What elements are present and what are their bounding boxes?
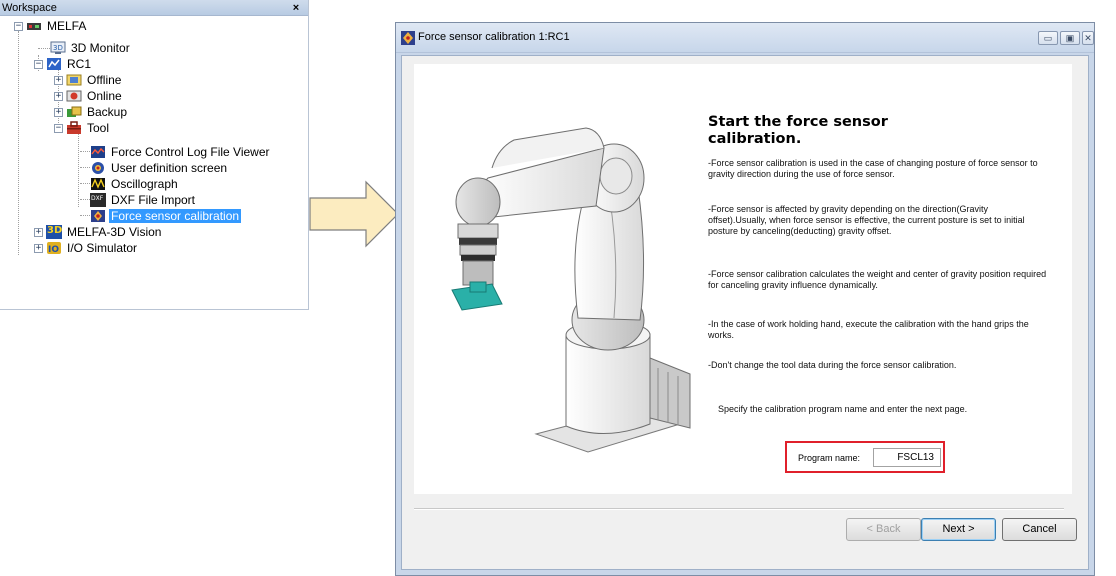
cancel-button[interactable]: Cancel	[1002, 518, 1077, 541]
tree-item-label: Tool	[87, 121, 110, 135]
instructions-panel: Start the force sensor calibration. -For…	[708, 114, 1058, 473]
minimize-icon[interactable]: ▭	[1038, 31, 1058, 45]
next-button[interactable]: Next >	[921, 518, 996, 541]
tree-item-label: Force Control Log File Viewer	[111, 145, 270, 159]
tree-item-label: DXF File Import	[111, 193, 196, 207]
workspace-title-bar: Workspace ×	[0, 0, 308, 16]
collapse-icon[interactable]: −	[14, 21, 23, 31]
tree-item-label: Force sensor calibration	[109, 209, 242, 223]
tree-item-label: Oscillograph	[111, 177, 178, 191]
tree-item-rc1[interactable]: − RC1	[34, 56, 93, 72]
workspace-tree: − MELFA 3D 3D Monitor − RC1 + Offline + …	[0, 16, 308, 309]
tree-item-io-simulator[interactable]: + IO I/O Simulator	[34, 240, 139, 256]
expand-icon[interactable]: +	[54, 91, 63, 101]
tree-item-force-control-log-file-viewer[interactable]: Force Control Log File Viewer	[90, 144, 272, 160]
svg-text:3D: 3D	[53, 44, 63, 52]
tree-item-label: User definition screen	[111, 161, 228, 175]
instruction-paragraph: -Don't change the tool data during the f…	[708, 360, 957, 370]
tree-item-force-sensor-calibration[interactable]: Force sensor calibration	[90, 208, 242, 224]
robot-arm-image	[451, 127, 691, 453]
tree-item-label: Online	[87, 89, 122, 103]
maximize-icon[interactable]: ▣	[1060, 31, 1080, 45]
tree-item-label: Offline	[87, 73, 122, 87]
back-button[interactable]: < Back	[846, 518, 921, 541]
collapse-icon[interactable]: −	[54, 123, 63, 133]
instruction-paragraph: -Force sensor is affected by gravity dep…	[708, 204, 1025, 236]
controller-icon	[46, 57, 62, 71]
tree-item-label: I/O Simulator	[67, 241, 138, 255]
instruction-paragraph: -Force sensor calibration is used in the…	[708, 158, 1038, 179]
tree-item-backup[interactable]: + Backup	[54, 104, 129, 120]
robot-cell-icon	[26, 19, 42, 33]
instruction-paragraph: -Force sensor calibration calculates the…	[708, 269, 1047, 290]
dialog-body: Start the force sensor calibration. -For…	[401, 55, 1089, 570]
tree-item-label: 3D Monitor	[71, 41, 130, 55]
backup-icon	[66, 105, 82, 119]
expand-icon[interactable]: +	[34, 243, 43, 253]
instruction-paragraph: -In the case of work holding hand, execu…	[708, 319, 1029, 340]
close-icon[interactable]: ×	[290, 0, 302, 16]
tree-item-dxf-file-import[interactable]: DXF DXF File Import	[90, 192, 197, 208]
page-heading: Start the force sensor calibration.	[708, 114, 888, 147]
offline-icon	[66, 73, 82, 87]
dialog-title: Force sensor calibration 1:RC1	[418, 31, 570, 43]
tree-item-oscillograph[interactable]: Oscillograph	[90, 176, 180, 192]
3d-vision-icon: 3D	[46, 225, 62, 239]
workspace-panel: Workspace × − MELFA 3D 3D Monitor − RC1 …	[0, 0, 309, 310]
instruction-text: Specify the calibration program name and…	[718, 404, 968, 414]
collapse-icon[interactable]: −	[34, 59, 43, 69]
tree-item-label: MELFA	[47, 19, 87, 33]
dxf-icon: DXF	[90, 193, 106, 207]
wizard-page: Start the force sensor calibration. -For…	[414, 64, 1072, 494]
close-icon[interactable]: ✕	[1082, 31, 1094, 45]
log-viewer-icon	[90, 145, 106, 159]
expand-icon[interactable]: +	[54, 107, 63, 117]
divider	[414, 508, 1064, 510]
tree-item-offline[interactable]: + Offline	[54, 72, 123, 88]
svg-text:IO: IO	[48, 245, 59, 255]
force-sensor-icon	[90, 209, 106, 223]
user-definition-icon	[90, 161, 106, 175]
program-name-label: Program name:	[798, 453, 861, 463]
tree-item-melfa-3d-vision[interactable]: + 3D MELFA-3D Vision	[34, 224, 163, 240]
expand-icon[interactable]: +	[34, 227, 43, 237]
force-sensor-calibration-dialog: Force sensor calibration 1:RC1 ▭ ▣ ✕ Sta…	[395, 22, 1095, 576]
arrow-right-icon	[309, 180, 399, 248]
tree-item-tool[interactable]: − Tool	[54, 120, 111, 136]
io-simulator-icon: IO	[46, 241, 62, 255]
tree-item-label: MELFA-3D Vision	[67, 225, 162, 239]
tree-item-label: Backup	[87, 105, 128, 119]
program-name-input[interactable]: FSCL13	[873, 448, 941, 467]
toolbox-icon	[66, 121, 82, 135]
program-name-group: Program name: FSCL13	[785, 441, 945, 473]
dxf-badge: DXF	[91, 195, 104, 202]
3d-badge: 3D	[47, 225, 63, 236]
3d-monitor-icon: 3D	[50, 41, 66, 55]
force-sensor-icon	[401, 31, 415, 45]
tree-item-3d-monitor[interactable]: 3D 3D Monitor	[50, 40, 132, 56]
tree-item-online[interactable]: + Online	[54, 88, 124, 104]
oscillograph-icon	[90, 177, 106, 191]
dialog-title-bar: Force sensor calibration 1:RC1 ▭ ▣ ✕	[396, 23, 1094, 53]
expand-icon[interactable]: +	[54, 75, 63, 85]
workspace-title: Workspace	[2, 2, 57, 14]
tree-item-user-definition-screen[interactable]: User definition screen	[90, 160, 229, 176]
online-icon	[66, 89, 82, 103]
tree-item-label: RC1	[67, 57, 92, 71]
tree-item-melfa[interactable]: − MELFA	[14, 18, 88, 34]
